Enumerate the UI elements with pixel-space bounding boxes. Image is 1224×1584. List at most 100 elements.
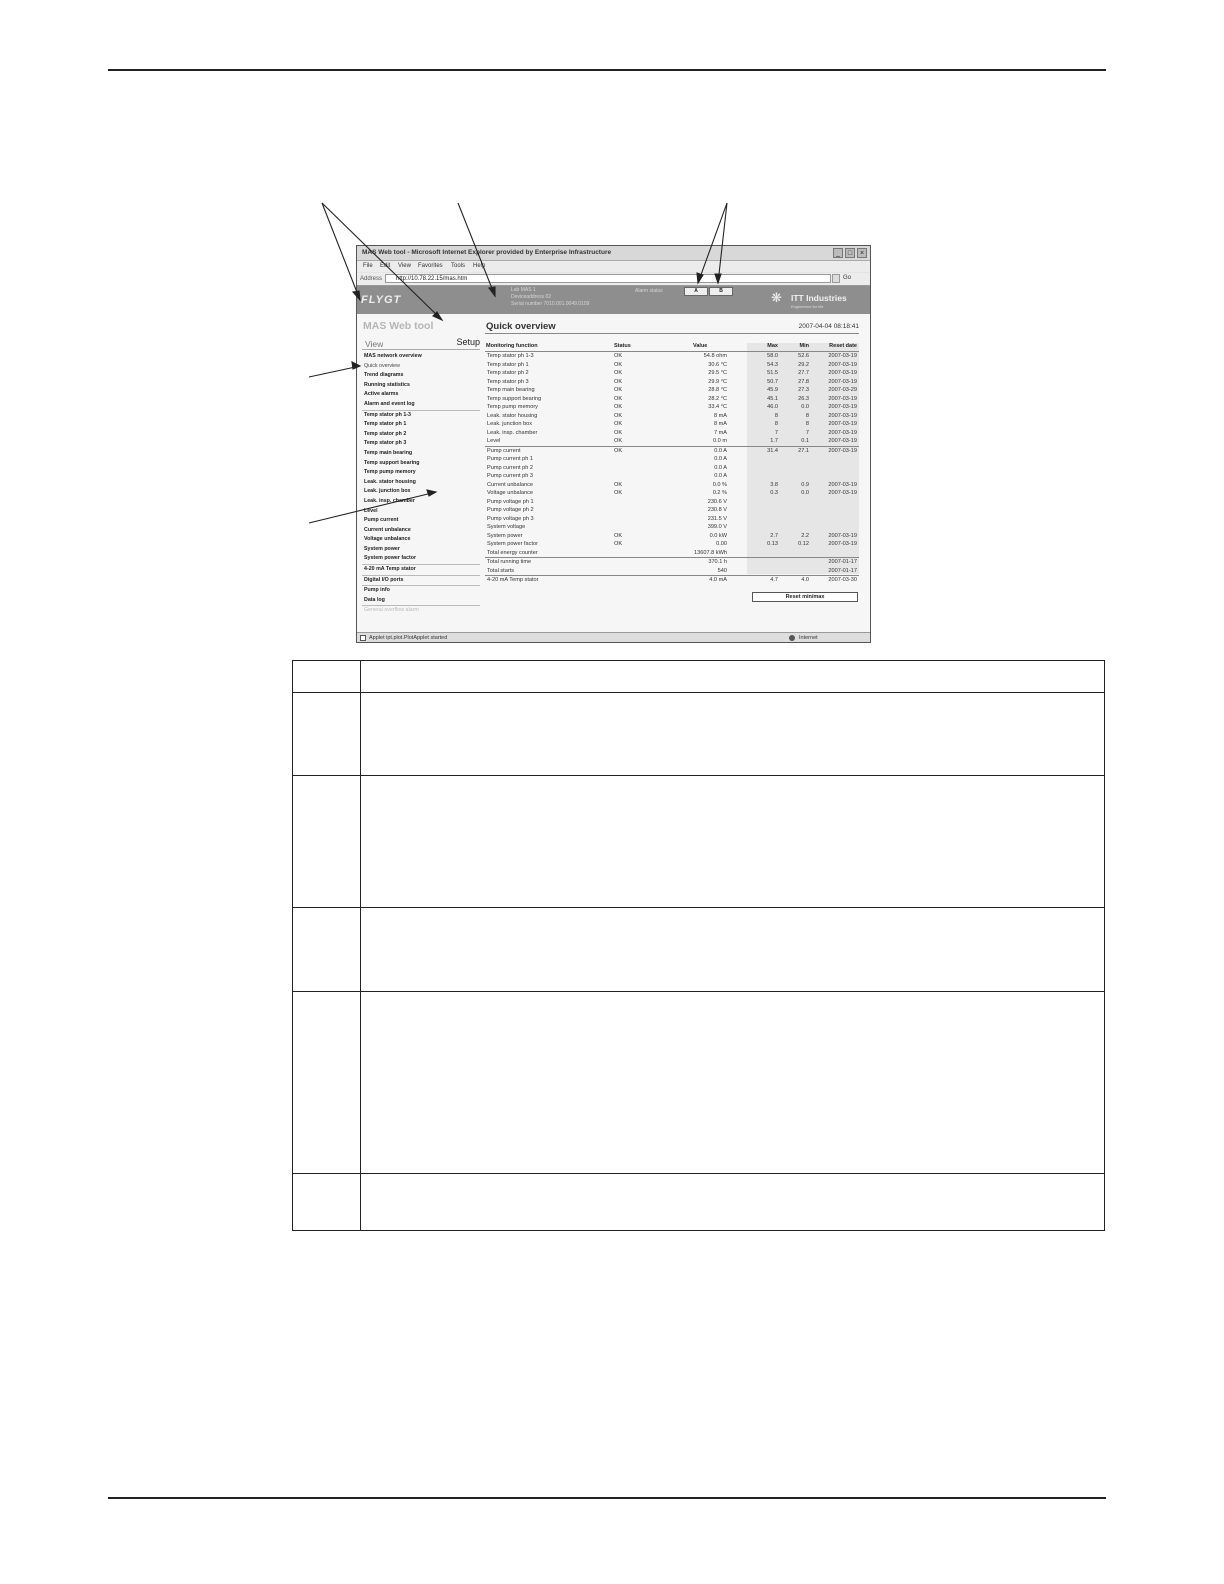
table-row: Pump voltage ph 2 230.8 V bbox=[485, 506, 859, 515]
cell-min: 27.7 bbox=[798, 370, 809, 376]
cell-function: Temp main bearing bbox=[487, 387, 535, 393]
cell-function: Pump current ph 2 bbox=[487, 464, 534, 471]
itt-logo-icon: ❋ bbox=[771, 290, 782, 305]
cell-reset-date: 2007-03-30 bbox=[828, 577, 857, 583]
nav-item[interactable]: Trend diagrams bbox=[362, 371, 480, 381]
zone-text: Internet bbox=[799, 635, 818, 641]
nav-item[interactable]: Voltage unbalance bbox=[362, 535, 480, 545]
nav-item[interactable]: Pump info bbox=[362, 585, 480, 596]
cell-value: 0.0 A bbox=[714, 473, 727, 479]
table-row-divider bbox=[293, 692, 1104, 693]
cell-value: 0.0 A bbox=[714, 447, 727, 454]
nav-item[interactable]: Temp stator ph 1 bbox=[362, 420, 480, 430]
cell-min: 4.0 bbox=[801, 577, 809, 583]
nav-item[interactable]: Digital I/O ports bbox=[362, 574, 480, 586]
nav-item[interactable]: System power factor bbox=[362, 554, 480, 564]
device-info: Lab MAS 1 Deviceaddress 02 Serial number… bbox=[511, 287, 589, 308]
alarm-status-label: Alarm status bbox=[635, 288, 663, 294]
cell-status: OK bbox=[614, 532, 623, 539]
nav-item[interactable]: System power bbox=[362, 545, 480, 555]
menu-help[interactable]: Help bbox=[473, 263, 485, 269]
tab-setup[interactable]: Setup bbox=[456, 337, 480, 347]
menu-edit[interactable]: Edit bbox=[380, 263, 390, 269]
chevron-down-icon[interactable] bbox=[832, 274, 840, 283]
nav-item[interactable]: Pump current bbox=[362, 516, 480, 526]
nav-item[interactable]: Temp stator ph 1-3 bbox=[362, 409, 480, 421]
tab-view[interactable]: View bbox=[365, 339, 383, 349]
table-row: Pump current ph 2 0.0 A bbox=[485, 464, 859, 473]
nav-item[interactable]: Temp main bearing bbox=[362, 449, 480, 459]
nav-item[interactable]: Data log bbox=[362, 596, 480, 606]
cell-function: Level bbox=[487, 438, 501, 444]
window-titlebar: MAS Web tool - Microsoft Internet Explor… bbox=[357, 246, 870, 261]
nav-item[interactable]: Running statistics bbox=[362, 381, 480, 391]
cell-reset-date: 2007-03-19 bbox=[828, 361, 857, 368]
cell-min: 52.6 bbox=[798, 353, 809, 359]
cell-max: 0.13 bbox=[767, 541, 778, 547]
nav-item[interactable]: Leak. junction box bbox=[362, 487, 480, 497]
cell-function: Total starts bbox=[487, 567, 515, 574]
document-icon bbox=[360, 635, 366, 641]
table-row: Temp support bearing OK 28.2 °C 45.1 26.3 200… bbox=[485, 395, 859, 404]
maximize-icon[interactable]: □ bbox=[845, 248, 855, 258]
column-header: Monitoring function bbox=[486, 343, 538, 349]
cell-function: Pump voltage ph 3 bbox=[487, 515, 534, 522]
nav-item[interactable]: General overflow alarm bbox=[362, 605, 480, 616]
nav-item[interactable]: Leak. insp. chamber bbox=[362, 497, 480, 507]
table-row-divider bbox=[293, 907, 1104, 908]
menu-view[interactable]: View bbox=[398, 263, 411, 269]
cell-function: Temp stator ph 2 bbox=[487, 370, 529, 376]
menu-tools[interactable]: Tools bbox=[451, 263, 465, 269]
cell-min: 8 bbox=[805, 421, 809, 427]
window-title: MAS Web tool - Microsoft Internet Explor… bbox=[362, 249, 612, 256]
address-input[interactable]: http://10.78.22.15/mas.htm bbox=[385, 274, 831, 283]
nav-item[interactable]: Active alarms bbox=[362, 390, 480, 400]
close-icon[interactable]: × bbox=[857, 248, 867, 258]
nav-item[interactable]: Level bbox=[362, 507, 480, 517]
table-row: Leak. insp. chamber OK 7 mA 7 7 2007-03-19 bbox=[485, 429, 859, 438]
cell-function: Pump voltage ph 2 bbox=[487, 507, 534, 513]
nav-item[interactable]: Temp support bearing bbox=[362, 459, 480, 469]
nav-item[interactable]: Current unbalance bbox=[362, 526, 480, 536]
cell-value: 0.00 bbox=[716, 541, 727, 547]
table-divider bbox=[360, 661, 361, 1230]
internet-zone-icon bbox=[789, 635, 795, 641]
cell-max: 4.7 bbox=[770, 577, 778, 583]
menu-favorites[interactable]: Favorites bbox=[418, 263, 443, 269]
cell-min: 0.1 bbox=[801, 438, 809, 444]
cell-status: OK bbox=[614, 412, 623, 419]
nav-list: MAS network overview Quick overview Tren… bbox=[362, 352, 480, 616]
cell-value: 54.8 ohm bbox=[703, 353, 727, 359]
column-header: Status bbox=[614, 343, 631, 349]
alarm-b-indicator[interactable]: B bbox=[709, 287, 733, 296]
table-row: System power OK 0.0 kW 2.7 2.2 2007-03-19 bbox=[485, 532, 859, 541]
cell-value: 230.8 V bbox=[707, 507, 727, 513]
table-row: Pump current ph 1 0.0 A bbox=[485, 455, 859, 464]
nav-item[interactable]: MAS network overview bbox=[362, 352, 480, 362]
menu-file[interactable]: File bbox=[363, 263, 373, 269]
nav-item[interactable]: Temp stator ph 3 bbox=[362, 439, 480, 449]
cell-value: 399.0 V bbox=[707, 524, 727, 530]
nav-item[interactable]: Leak. stator housing bbox=[362, 478, 480, 488]
nav-item[interactable]: 4-20 mA Temp stator bbox=[362, 564, 480, 575]
cell-reset-date: 2007-03-29 bbox=[828, 387, 857, 393]
cell-status: OK bbox=[614, 370, 623, 376]
nav-item[interactable]: Temp stator ph 2 bbox=[362, 430, 480, 440]
cell-min: 27.1 bbox=[798, 447, 809, 454]
cell-function: Temp support bearing bbox=[487, 395, 542, 402]
cell-status: OK bbox=[614, 378, 623, 385]
go-button[interactable]: Go bbox=[843, 275, 851, 281]
minimize-icon[interactable]: _ bbox=[833, 248, 843, 258]
cell-min: 0.0 bbox=[801, 404, 809, 410]
cell-min: 7 bbox=[805, 429, 809, 436]
cell-max: 8 bbox=[774, 412, 778, 419]
nav-item[interactable]: Quick overview bbox=[362, 362, 480, 372]
quick-overview-panel: Quick overview 2007-04-04 08:18:41 Monit… bbox=[485, 314, 865, 632]
nav-item[interactable]: Alarm and event log bbox=[362, 400, 480, 410]
cell-max: 50.7 bbox=[767, 378, 778, 385]
nav-item[interactable]: Temp pump memory bbox=[362, 468, 480, 478]
alarm-a-indicator[interactable]: A bbox=[684, 287, 708, 296]
reset-minmax-button[interactable]: Reset min/max bbox=[752, 592, 858, 602]
cell-value: 0.0 kW bbox=[709, 532, 727, 539]
cell-reset-date: 2007-03-19 bbox=[828, 429, 857, 436]
